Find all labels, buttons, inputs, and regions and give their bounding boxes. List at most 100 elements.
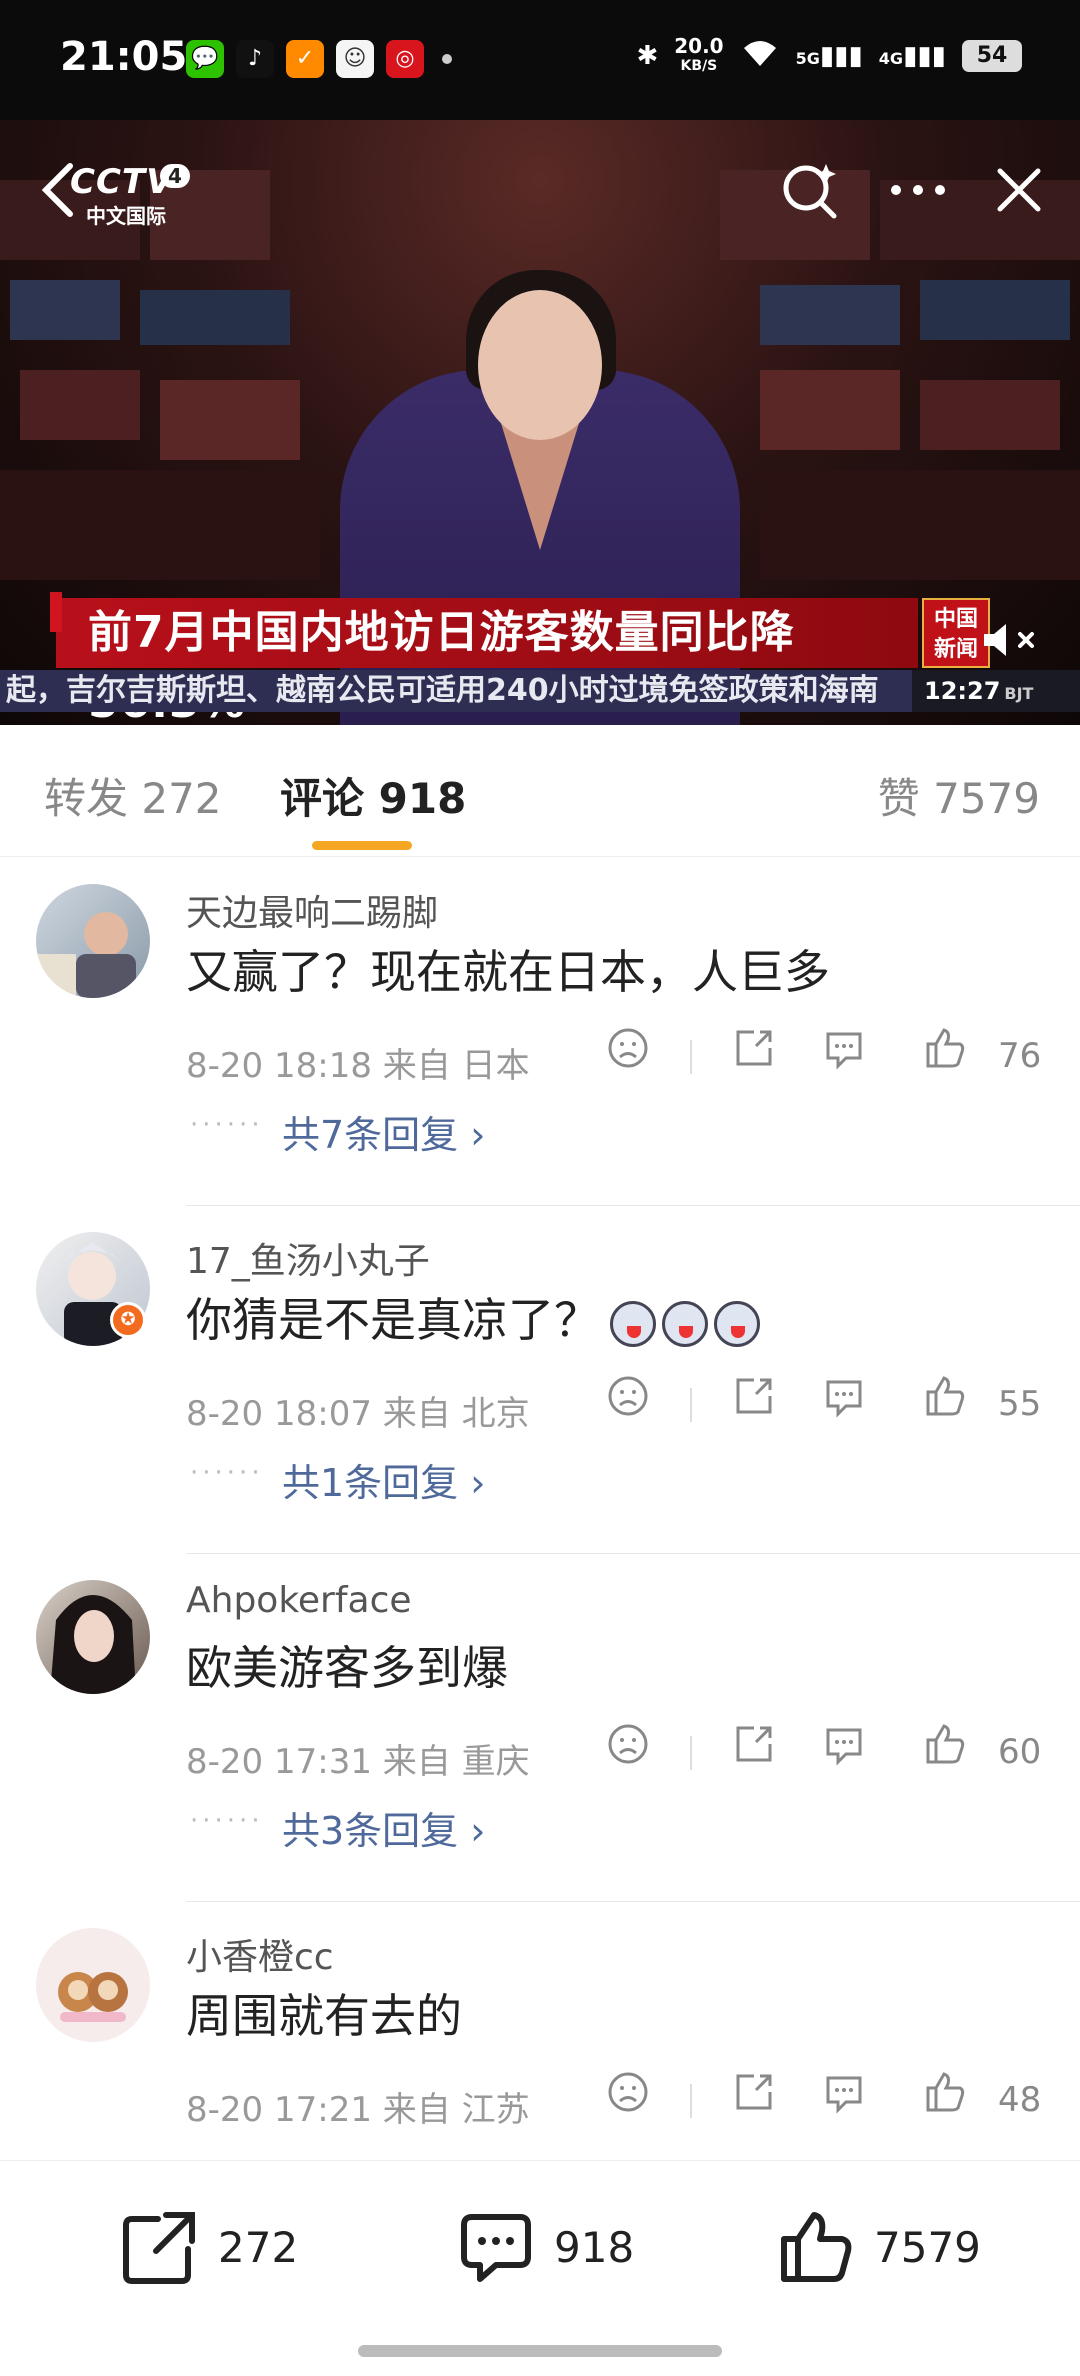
like-button[interactable] xyxy=(922,1026,982,1086)
battery-icon: 54 xyxy=(962,40,1022,72)
avatar-app-icon: ☺ xyxy=(336,40,374,78)
thumbs-up-icon xyxy=(926,1028,965,1068)
dislike-button[interactable] xyxy=(606,1374,666,1434)
reply-button[interactable] xyxy=(822,1374,882,1434)
comment-actions: 76 xyxy=(606,1026,1050,1086)
news-headline: 前7月中国内地访日游客数量同比降56.3% xyxy=(50,592,918,725)
comment-item: Ahpokerface 欧美游客多到爆 8-20 17:31 来自 重庆 60 … xyxy=(0,1554,1080,1902)
thumbs-up-icon xyxy=(926,2072,965,2112)
like-button[interactable]: 7579 xyxy=(776,2207,981,2287)
video-top-actions xyxy=(778,158,1044,222)
like-count: 60 xyxy=(998,1732,1042,1772)
sad-face-icon xyxy=(608,1724,648,1764)
share-button[interactable] xyxy=(732,1722,792,1782)
share-icon xyxy=(736,2074,772,2110)
share-icon xyxy=(736,1030,772,1066)
like-count: 55 xyxy=(998,1384,1042,1424)
more-options-icon[interactable] xyxy=(886,180,950,200)
like-button[interactable] xyxy=(922,2070,982,2130)
bottom-action-bar: 272 918 7579 xyxy=(0,2160,1080,2376)
chat-bubble-icon xyxy=(826,2076,862,2114)
comment-actions: 60 xyxy=(606,1722,1050,1782)
comment-actions: 48 xyxy=(606,2070,1050,2130)
comment-text: 你猜是不是真凉了？ xyxy=(186,1284,760,1350)
bank-app-icon: ◎ xyxy=(386,40,424,78)
broadcast-clock: 12:27 BJT xyxy=(912,670,1080,712)
chat-bubble-icon xyxy=(826,1032,862,1070)
thumbs-up-icon xyxy=(781,2212,852,2282)
comment-username[interactable]: 17_鱼汤小丸子 xyxy=(186,1232,430,1284)
like-button[interactable] xyxy=(922,1374,982,1434)
comment-button[interactable]: 918 xyxy=(456,2207,634,2287)
thumbs-up-icon xyxy=(926,1376,965,1416)
repost-button[interactable]: 272 xyxy=(120,2207,298,2287)
comment-meta: 8-20 17:31 来自 重庆 xyxy=(186,1742,530,1782)
status-indicators: ✱ 20.0 KB/S 5G▮▮▮ 4G▮▮▮ 54 xyxy=(636,36,1022,76)
notification-icons: 💬 ♪ ✓ ☺ ◎ xyxy=(186,40,452,78)
more-notifications-icon xyxy=(442,54,452,64)
tiktok-icon: ♪ xyxy=(236,40,274,78)
avatar[interactable] xyxy=(36,884,150,998)
status-bar: 21:05 💬 ♪ ✓ ☺ ◎ ✱ 20.0 KB/S 5G▮▮▮ 4G▮▮▮ … xyxy=(0,0,1080,120)
avatar[interactable] xyxy=(36,1580,150,1694)
share-icon xyxy=(736,1378,772,1414)
chat-bubble-icon xyxy=(461,2214,531,2282)
share-button[interactable] xyxy=(732,2070,792,2130)
view-replies-link[interactable]: 共3条回复 › xyxy=(282,1800,485,1855)
status-time: 21:05 xyxy=(60,34,188,80)
signal-5g-icon: 5G▮▮▮ xyxy=(795,41,863,71)
comment-meta: 8-20 18:18 来自 日本 xyxy=(186,1046,530,1086)
view-replies-link[interactable]: 共1条回复 › xyxy=(282,1452,485,1507)
channel-logo: CCTV xyxy=(70,162,174,202)
dislike-button[interactable] xyxy=(606,1722,666,1782)
share-button[interactable] xyxy=(732,1374,792,1434)
video-player[interactable]: CCTV 4 中文国际 前7月中国内地访日游客数量同比降56.3% 中国新闻 起… xyxy=(0,120,1080,725)
wifi-icon xyxy=(740,38,780,75)
comment-count: 918 xyxy=(554,2222,635,2272)
home-indicator[interactable] xyxy=(358,2345,722,2357)
comment-username[interactable]: 小香橙cc xyxy=(186,1928,334,1980)
active-tab-indicator xyxy=(312,841,412,850)
sad-face-icon xyxy=(608,2072,648,2112)
reply-button[interactable] xyxy=(822,2070,882,2130)
tab-bar: 转发 272 评论 918 赞 7579 xyxy=(0,725,1080,857)
close-icon[interactable] xyxy=(994,165,1044,215)
repost-count: 272 xyxy=(218,2222,299,2272)
comment-username[interactable]: Ahpokerface xyxy=(186,1580,412,1621)
share-icon xyxy=(736,1726,772,1762)
comment-item: 天边最响二踢脚 又赢了？现在就在日本，人巨多 8-20 18:18 来自 日本 … xyxy=(0,858,1080,1206)
tab-repost[interactable]: 转发 272 xyxy=(44,765,222,826)
wechat-icon: 💬 xyxy=(186,40,224,78)
like-count: 48 xyxy=(998,2080,1042,2120)
like-button[interactable] xyxy=(922,1722,982,1782)
search-sparkle-icon[interactable] xyxy=(778,158,842,222)
like-count: 76 xyxy=(998,1036,1042,1076)
tab-likes[interactable]: 赞 7579 xyxy=(878,765,1040,826)
comment-text: 欧美游客多到爆 xyxy=(186,1641,508,1695)
view-replies-link[interactable]: 共7条回复 › xyxy=(282,1104,485,1159)
share-button[interactable] xyxy=(732,1026,792,1086)
reply-button[interactable] xyxy=(822,1026,882,1086)
reply-button[interactable] xyxy=(822,1722,882,1782)
comment-username[interactable]: 天边最响二踢脚 xyxy=(186,884,438,936)
mute-icon[interactable] xyxy=(980,620,1050,660)
comment-actions: 55 xyxy=(606,1374,1050,1434)
dislike-button[interactable] xyxy=(606,1026,666,1086)
verified-badge-icon: ✪ xyxy=(110,1302,146,1338)
comment-item: ✪ 17_鱼汤小丸子 你猜是不是真凉了？ 8-20 18:07 来自 北京 55… xyxy=(0,1206,1080,1554)
news-ticker: 起，吉尔吉斯斯坦、越南公民可适用240小时过境免签政策和海南 xyxy=(0,670,912,712)
net-speed: 20.0 KB/S xyxy=(674,34,724,74)
avatar[interactable] xyxy=(36,1928,150,2042)
like-count: 7579 xyxy=(874,2222,981,2272)
sad-face-icon xyxy=(608,1028,648,1068)
dislike-button[interactable] xyxy=(606,2070,666,2130)
laughing-emoji-icons xyxy=(610,1300,760,1347)
chat-bubble-icon xyxy=(826,1728,862,1766)
signal-4g-icon: 4G▮▮▮ xyxy=(878,41,946,71)
comment-meta: 8-20 18:07 来自 北京 xyxy=(186,1394,530,1434)
tab-comments[interactable]: 评论 918 xyxy=(280,765,466,826)
comment-text: 又赢了？现在就在日本，人巨多 xyxy=(186,945,830,999)
sad-face-icon xyxy=(608,1376,648,1416)
share-icon xyxy=(123,2212,195,2284)
taobao-icon: ✓ xyxy=(286,40,324,78)
